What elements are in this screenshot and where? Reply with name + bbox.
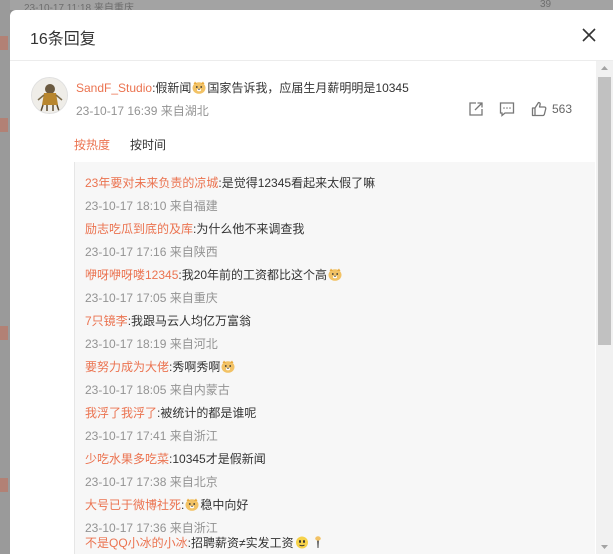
reply-content: :为什么他不来调查我	[193, 222, 305, 236]
background-mark	[0, 118, 8, 132]
reply-author-link[interactable]: 不是QQ小冰的小冰	[85, 536, 188, 550]
dialog-title: 16条回复	[30, 31, 96, 48]
comment-location: 来自湖北	[160, 104, 209, 118]
reply-meta: 23-10-17 17:41 来自浙江	[85, 427, 218, 444]
reply-author-link[interactable]: 23年要对未来负责的凉城	[85, 176, 218, 190]
close-button[interactable]	[578, 24, 600, 46]
reply-text: 不是QQ小冰的小冰:招聘薪资≠实发工资	[85, 534, 326, 551]
reply-meta: 23-10-17 18:19 来自河北	[85, 335, 218, 352]
main-comment: SandF_Studio:假新闻 国家告诉我，应届生月薪明明是10345	[76, 79, 409, 96]
reply-content: :秀啊秀啊	[169, 360, 221, 374]
reply-location: 来自浙江	[169, 429, 218, 443]
reply-time: 23-10-17 17:38	[85, 475, 167, 489]
background-mark	[0, 326, 8, 340]
reply-content: :10345才是假新闻	[169, 452, 266, 466]
reply-text: 大号已于微博社死: 稳中向好	[85, 496, 248, 513]
reply-text: 要努力成为大佬:秀啊秀啊	[85, 358, 236, 375]
comment-icon	[499, 102, 515, 117]
like-count: 563	[552, 102, 573, 116]
tab-sort-time[interactable]: 按时间	[130, 136, 166, 153]
comment-text-end: 国家告诉我，应届生月薪明明是10345	[207, 81, 409, 95]
comment-meta: 23-10-17 16:39 来自湖北	[76, 102, 209, 119]
like-button[interactable]	[530, 100, 548, 118]
reply-author-link[interactable]: 励志吃瓜到底的及库	[85, 222, 193, 236]
reply-text: 少吃水果多吃菜:10345才是假新闻	[85, 450, 266, 467]
reply-location: 来自重庆	[169, 291, 218, 305]
reply-content: :招聘薪资≠实发工资	[187, 536, 294, 550]
reply-text: 7只镜李:我跟马云人均亿万富翁	[85, 312, 251, 329]
thumbs-up-icon	[531, 101, 547, 117]
scrollbar[interactable]	[596, 61, 613, 554]
reply-content: :被统计的都是谁呢	[157, 406, 257, 420]
reply-content: :我20年前的工资都比这个高	[178, 268, 328, 282]
yellow-face-emoji-icon	[295, 536, 308, 549]
reply-author-link[interactable]: 我浮了我浮了	[85, 406, 157, 420]
background-mark	[0, 36, 8, 50]
reply-author-link[interactable]: 要努力成为大佬	[85, 360, 169, 374]
comment-author-link[interactable]: SandF_Studio	[76, 81, 152, 95]
reply-button[interactable]	[498, 100, 516, 118]
reply-time: 23-10-17 17:36	[85, 521, 167, 535]
reply-content: :我跟马云人均亿万富翁	[127, 314, 252, 328]
reply-meta: 23-10-17 18:05 来自内蒙古	[85, 381, 230, 398]
dialog-header: 16条回复	[10, 10, 613, 61]
share-button[interactable]	[467, 100, 485, 118]
reply-text: 咿呀咿呀喽12345:我20年前的工资都比这个高	[85, 266, 343, 283]
triangle-down-icon	[601, 545, 608, 549]
reply-time: 23-10-17 18:05	[85, 383, 167, 397]
reply-author-link[interactable]: 少吃水果多吃菜	[85, 452, 169, 466]
reply-content: 稳中向好	[200, 498, 249, 512]
reply-author-link[interactable]: 7只镜李	[85, 314, 128, 328]
reply-time: 23-10-17 17:41	[85, 429, 167, 443]
replies-dialog: 16条回复 SandF_Studio:假新闻 国家告诉我，应届生月薪明明是1034…	[10, 10, 613, 554]
close-icon	[582, 28, 596, 42]
reply-location: 来自河北	[169, 337, 218, 351]
background-page-header: 23-10-17 11:18 来自重庆 39	[0, 0, 613, 14]
reply-time: 23-10-17 18:19	[85, 337, 167, 351]
tab-sort-hot[interactable]: 按热度	[74, 136, 110, 153]
doge-emoji-icon	[192, 81, 206, 94]
reply-content: :是觉得12345看起来太假了嘛	[218, 176, 376, 190]
reply-author-link[interactable]: 大号已于微博社死	[85, 498, 181, 512]
reply-location: 来自陕西	[169, 245, 218, 259]
comment-time: 23-10-17 16:39	[76, 104, 158, 118]
avatar[interactable]	[31, 77, 68, 114]
background-mark	[0, 478, 8, 492]
reply-location: 来自浙江	[169, 521, 218, 535]
reply-list: 23年要对未来负责的凉城:是觉得12345看起来太假了嘛 23-10-17 18…	[74, 162, 595, 554]
scroll-up-button[interactable]	[596, 61, 613, 75]
avatar-figure-icon	[32, 78, 67, 113]
reply-author-link[interactable]: 咿呀咿呀喽12345	[85, 268, 178, 282]
reply-location: 来自北京	[169, 475, 218, 489]
reply-time: 23-10-17 17:16	[85, 245, 167, 259]
reply-time: 23-10-17 17:05	[85, 291, 167, 305]
background-page-edge	[0, 0, 10, 554]
reply-location: 来自内蒙古	[169, 383, 230, 397]
doge-emoji-icon	[221, 360, 235, 373]
reply-time: 23-10-17 18:10	[85, 199, 167, 213]
candle-emoji-icon	[314, 536, 321, 548]
share-icon	[469, 102, 483, 116]
background-count: 39	[540, 0, 552, 10]
doge-emoji-icon	[185, 498, 199, 511]
scrollbar-thumb[interactable]	[598, 77, 611, 345]
triangle-up-icon	[601, 66, 608, 70]
reply-meta: 23-10-17 17:16 来自陕西	[85, 243, 218, 260]
comment-text-start: :假新闻	[152, 81, 192, 95]
reply-text: 23年要对未来负责的凉城:是觉得12345看起来太假了嘛	[85, 174, 375, 191]
reply-text: 励志吃瓜到底的及库:为什么他不来调查我	[85, 220, 304, 237]
scroll-down-button[interactable]	[596, 540, 613, 554]
reply-location: 来自福建	[169, 199, 218, 213]
reply-meta: 23-10-17 17:38 来自北京	[85, 473, 218, 490]
reply-meta: 23-10-17 18:10 来自福建	[85, 197, 218, 214]
reply-text: 我浮了我浮了:被统计的都是谁呢	[85, 404, 256, 421]
reply-meta: 23-10-17 17:05 来自重庆	[85, 289, 218, 306]
doge-emoji-icon	[328, 268, 342, 281]
reply-colon: :	[181, 498, 185, 512]
